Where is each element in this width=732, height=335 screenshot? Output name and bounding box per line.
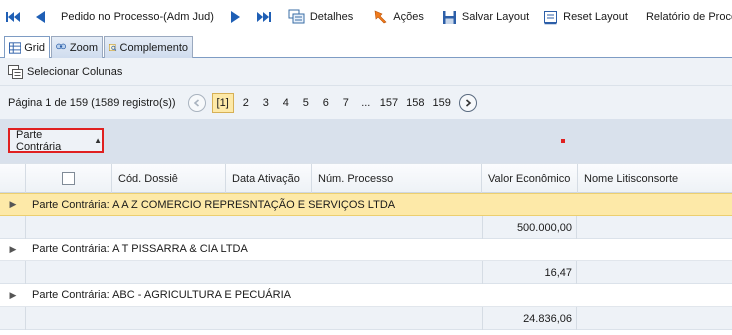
group-by-chip[interactable]: Parte Contrária ▲ bbox=[8, 128, 104, 153]
group-row[interactable]: ▶ Parte Contrária: A T PISSARRA & CIA LT… bbox=[0, 238, 732, 261]
marker-dot bbox=[561, 139, 565, 143]
summary-gutter bbox=[0, 307, 26, 330]
group-sum-value: 500.000,00 bbox=[482, 216, 577, 239]
view-tabs: Grid Zoom Complemento bbox=[0, 34, 732, 59]
column-header-nome-litisconsorte[interactable]: Nome Litisconsorte bbox=[578, 164, 732, 193]
pager-page[interactable]: 6 bbox=[318, 93, 334, 113]
chevron-right-icon bbox=[465, 98, 472, 107]
reset-layout-icon bbox=[544, 10, 558, 24]
pager-info: Página 1 de 159 (1589 registro(s)) bbox=[8, 96, 176, 109]
details-label: Detalhes bbox=[309, 11, 354, 23]
last-record-button[interactable] bbox=[256, 6, 272, 28]
column-header-valor-economico[interactable]: Valor Econômico bbox=[482, 164, 578, 193]
expand-column-header bbox=[0, 164, 26, 193]
previous-record-button[interactable] bbox=[34, 6, 46, 28]
save-layout-button[interactable]: Salvar Layout bbox=[442, 6, 529, 28]
toolbar: Pedido no Processo-(Adm Jud) Detalhes Aç… bbox=[0, 0, 732, 34]
pager-next-button[interactable] bbox=[458, 93, 477, 112]
data-grid: Selecionar Colunas Página 1 de 159 (1589… bbox=[0, 58, 732, 335]
tab-zoom-label: Zoom bbox=[69, 41, 98, 54]
group-row[interactable]: ▶ Parte Contrária: ABC - AGRICULTURA E P… bbox=[0, 284, 732, 307]
column-header-data-ativacao[interactable]: Data Ativação bbox=[226, 164, 312, 193]
pager-prev-button[interactable] bbox=[187, 93, 206, 112]
group-summary-row: 16,47 bbox=[0, 261, 732, 284]
group-panel: Parte Contrária ▲ bbox=[0, 119, 732, 163]
expand-arrow-icon[interactable]: ▶ bbox=[0, 199, 26, 210]
column-header-dossie[interactable]: Cód. Dossiê bbox=[112, 164, 226, 193]
tab-complemento-label: Complemento bbox=[119, 41, 188, 54]
select-columns-label: Selecionar Colunas bbox=[27, 65, 123, 78]
process-report-button[interactable]: Relatório de Processos bbox=[646, 6, 732, 28]
group-row-label: Parte Contrária: A A Z COMERCIO REPRESNT… bbox=[32, 198, 396, 211]
tab-grid[interactable]: Grid bbox=[4, 36, 50, 59]
expand-arrow-icon[interactable]: ▶ bbox=[0, 244, 26, 255]
pager-page[interactable]: 159 bbox=[431, 93, 453, 113]
tab-grid-label: Grid bbox=[24, 42, 45, 54]
group-row-label: Parte Contrária: ABC - AGRICULTURA E PEC… bbox=[32, 289, 291, 301]
details-icon bbox=[288, 9, 305, 24]
pager-page[interactable]: 7 bbox=[338, 93, 354, 113]
last-record-icon bbox=[256, 12, 271, 22]
pager: Página 1 de 159 (1589 registro(s)) [1] 2… bbox=[0, 86, 732, 119]
group-summary-row: 24.836,06 bbox=[0, 307, 732, 330]
save-layout-label: Salvar Layout bbox=[461, 11, 530, 23]
actions-icon bbox=[374, 10, 387, 24]
reset-layout-button[interactable]: Reset Layout bbox=[543, 6, 628, 28]
next-icon bbox=[230, 11, 240, 23]
select-all-checkbox[interactable] bbox=[62, 172, 75, 185]
first-record-icon bbox=[6, 12, 20, 22]
chevron-left-icon bbox=[193, 98, 199, 107]
group-row[interactable]: ▶ Parte Contrária: A A Z COMERCIO REPRES… bbox=[0, 193, 732, 216]
group-summary-row: 500.000,00 bbox=[0, 216, 732, 239]
pager-page[interactable]: 5 bbox=[298, 93, 314, 113]
summary-gutter bbox=[0, 216, 26, 239]
summary-gutter bbox=[0, 261, 26, 284]
group-by-label: Parte Contrária bbox=[16, 128, 62, 153]
first-record-button[interactable] bbox=[5, 6, 21, 28]
sort-ascending-icon: ▲ bbox=[94, 136, 102, 145]
tab-complemento[interactable]: Complemento bbox=[104, 36, 193, 58]
grid-header: Cód. Dossiê Data Ativação Núm. Processo … bbox=[0, 163, 732, 193]
group-sum-value: 24.836,06 bbox=[482, 307, 577, 330]
next-record-button[interactable] bbox=[230, 6, 242, 28]
details-button[interactable]: Detalhes bbox=[288, 6, 353, 28]
select-columns-icon bbox=[8, 64, 23, 79]
actions-label: Ações bbox=[393, 11, 424, 23]
zoom-icon bbox=[56, 43, 67, 50]
complement-icon bbox=[109, 44, 117, 51]
process-label: Pedido no Processo-(Adm Jud) bbox=[61, 11, 214, 23]
process-report-label: Relatório de Processos bbox=[645, 11, 732, 23]
pager-current-page[interactable]: [1] bbox=[211, 92, 234, 113]
pager-page[interactable]: 2 bbox=[238, 93, 254, 113]
process-selector[interactable]: Pedido no Processo-(Adm Jud) bbox=[61, 6, 214, 28]
select-all-header bbox=[26, 164, 112, 193]
previous-icon bbox=[36, 11, 45, 23]
pager-page[interactable]: 158 bbox=[404, 93, 426, 113]
grid-icon bbox=[9, 42, 22, 54]
tab-zoom[interactable]: Zoom bbox=[51, 36, 103, 58]
select-columns-button[interactable]: Selecionar Colunas bbox=[0, 58, 732, 86]
pager-page[interactable]: 3 bbox=[258, 93, 274, 113]
pager-page[interactable]: 4 bbox=[278, 93, 294, 113]
group-sum-value: 16,47 bbox=[482, 261, 577, 284]
save-icon bbox=[442, 10, 456, 24]
actions-button[interactable]: Ações bbox=[373, 6, 424, 28]
pager-page[interactable]: 157 bbox=[378, 93, 400, 113]
pager-ellipsis[interactable]: ... bbox=[358, 93, 374, 113]
expand-arrow-icon[interactable]: ▶ bbox=[0, 290, 26, 301]
reset-layout-label: Reset Layout bbox=[563, 11, 628, 23]
column-header-num-processo[interactable]: Núm. Processo bbox=[312, 164, 482, 193]
group-row-label: Parte Contrária: A T PISSARRA & CIA LTDA bbox=[32, 243, 248, 255]
